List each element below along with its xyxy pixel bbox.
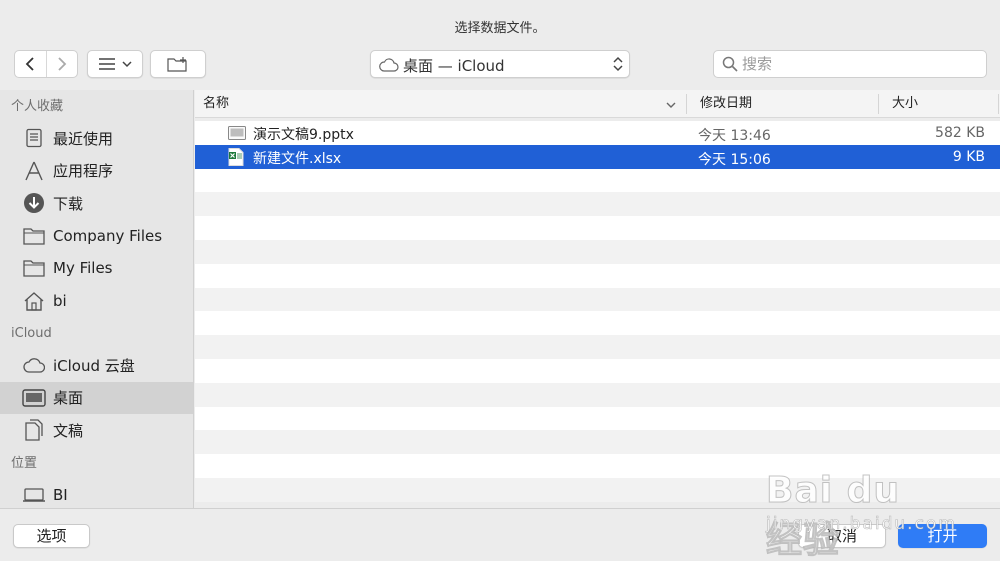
- chevron-left-icon: [25, 57, 34, 71]
- sidebar-item-label: 应用程序: [53, 162, 114, 181]
- file-list: 演示文稿9.pptx 今天 13:46 582 KB 新建文件.xlsx 今天 …: [195, 121, 1000, 502]
- file-modified: 今天 13:46: [698, 128, 771, 144]
- file-name: 演示文稿9.pptx: [253, 127, 354, 143]
- column-divider[interactable]: [878, 94, 879, 114]
- chevron-down-icon: [121, 61, 132, 68]
- recents-icon: [22, 127, 46, 149]
- sidebar: 个人收藏 最近使用 应用程序 下载 Company Files My Files…: [0, 90, 194, 508]
- open-button[interactable]: 打开: [898, 524, 987, 548]
- sidebar-item-home[interactable]: bi: [0, 285, 193, 318]
- empty-row: [195, 406, 1000, 431]
- column-header: 名称 修改日期 大小: [195, 90, 1000, 118]
- empty-row: [195, 430, 1000, 455]
- search-icon: [722, 56, 738, 72]
- file-browser: 名称 修改日期 大小 演示文稿9.pptx 今天 13:46 582 KB 新建…: [195, 90, 1000, 508]
- sidebar-item-applications[interactable]: 应用程序: [0, 155, 193, 188]
- empty-row: [195, 192, 1000, 217]
- sidebar-item-label: 桌面: [53, 389, 84, 408]
- sidebar-section-icloud: iCloud: [11, 326, 52, 341]
- sidebar-item-label: My Files: [53, 259, 113, 278]
- sidebar-item-recents[interactable]: 最近使用: [0, 122, 193, 155]
- cloud-icon: [22, 354, 46, 376]
- list-view-icon: [98, 58, 115, 70]
- desktop-icon: [22, 387, 46, 409]
- toolbar: 桌面 — iCloud: [0, 44, 1000, 90]
- search-input[interactable]: [742, 54, 978, 74]
- empty-row: [195, 382, 1000, 407]
- xlsx-file-icon: [228, 147, 246, 166]
- empty-row: [195, 311, 1000, 336]
- sidebar-section-favorites: 个人收藏: [11, 99, 64, 114]
- cloud-icon: [379, 58, 399, 72]
- empty-row: [195, 454, 1000, 478]
- column-divider[interactable]: [686, 94, 687, 114]
- empty-row: [195, 263, 1000, 288]
- sidebar-item-label: 下载: [53, 194, 84, 213]
- sidebar-item-computer[interactable]: BI: [0, 479, 193, 509]
- file-modified: 今天 15:06: [698, 151, 771, 168]
- nav-buttons: [14, 50, 78, 78]
- file-name: 新建文件.xlsx: [253, 150, 342, 167]
- documents-icon: [22, 419, 46, 441]
- file-row-selected[interactable]: 新建文件.xlsx 今天 15:06 9 KB: [195, 144, 1000, 169]
- home-icon: [22, 290, 46, 312]
- options-button[interactable]: 选项: [13, 524, 90, 548]
- empty-row: [195, 335, 1000, 359]
- sidebar-item-company-files[interactable]: Company Files: [0, 220, 193, 253]
- new-folder-icon: [167, 57, 187, 72]
- folder-icon: [22, 257, 46, 279]
- file-size: 9 KB: [952, 148, 985, 165]
- column-divider[interactable]: [998, 94, 999, 114]
- sort-chevron-icon: [666, 102, 676, 108]
- pptx-file-icon: [228, 124, 246, 142]
- chevron-right-icon: [58, 57, 67, 71]
- file-size: 582 KB: [935, 125, 985, 141]
- view-mode-button[interactable]: [87, 50, 143, 78]
- location-label: 桌面 — iCloud: [403, 57, 505, 75]
- applications-icon: [22, 160, 46, 182]
- column-modified[interactable]: 修改日期: [700, 90, 752, 118]
- cancel-button[interactable]: 取消: [798, 524, 886, 548]
- empty-row: [195, 287, 1000, 312]
- empty-row: [195, 168, 1000, 193]
- file-row[interactable]: 演示文稿9.pptx 今天 13:46 582 KB: [195, 121, 1000, 145]
- sidebar-item-documents[interactable]: 文稿: [0, 414, 193, 447]
- sidebar-item-label: Company Files: [53, 226, 163, 245]
- search-field[interactable]: [713, 50, 987, 78]
- empty-row: [195, 216, 1000, 240]
- sidebar-item-downloads[interactable]: 下载: [0, 187, 193, 220]
- location-dropdown[interactable]: 桌面 — iCloud: [370, 50, 630, 78]
- empty-row: [195, 239, 1000, 264]
- sidebar-item-label: iCloud 云盘: [53, 356, 135, 375]
- window-title: 选择数据文件。: [454, 21, 546, 36]
- sidebar-item-my-files[interactable]: My Files: [0, 252, 193, 285]
- sidebar-item-label: 最近使用: [53, 129, 114, 148]
- bottom-bar: 选项 取消 打开: [0, 508, 1000, 561]
- downloads-icon: [22, 192, 46, 214]
- back-button[interactable]: [15, 51, 46, 77]
- sidebar-item-label: BI: [53, 485, 68, 504]
- column-size[interactable]: 大小: [892, 90, 918, 118]
- forward-button[interactable]: [45, 51, 78, 77]
- new-folder-button[interactable]: [150, 50, 206, 78]
- column-name[interactable]: 名称: [203, 90, 229, 118]
- sidebar-item-icloud-drive[interactable]: iCloud 云盘: [0, 349, 193, 382]
- empty-row: [195, 477, 1000, 502]
- laptop-icon: [22, 484, 46, 506]
- sidebar-section-locations: 位置: [11, 455, 38, 471]
- sidebar-item-label: 文稿: [53, 421, 84, 440]
- folder-icon: [22, 225, 46, 247]
- sidebar-item-label: bi: [53, 291, 67, 310]
- empty-row: [195, 358, 1000, 383]
- up-down-chevron-icon: [613, 56, 623, 72]
- sidebar-item-desktop[interactable]: 桌面: [0, 381, 193, 414]
